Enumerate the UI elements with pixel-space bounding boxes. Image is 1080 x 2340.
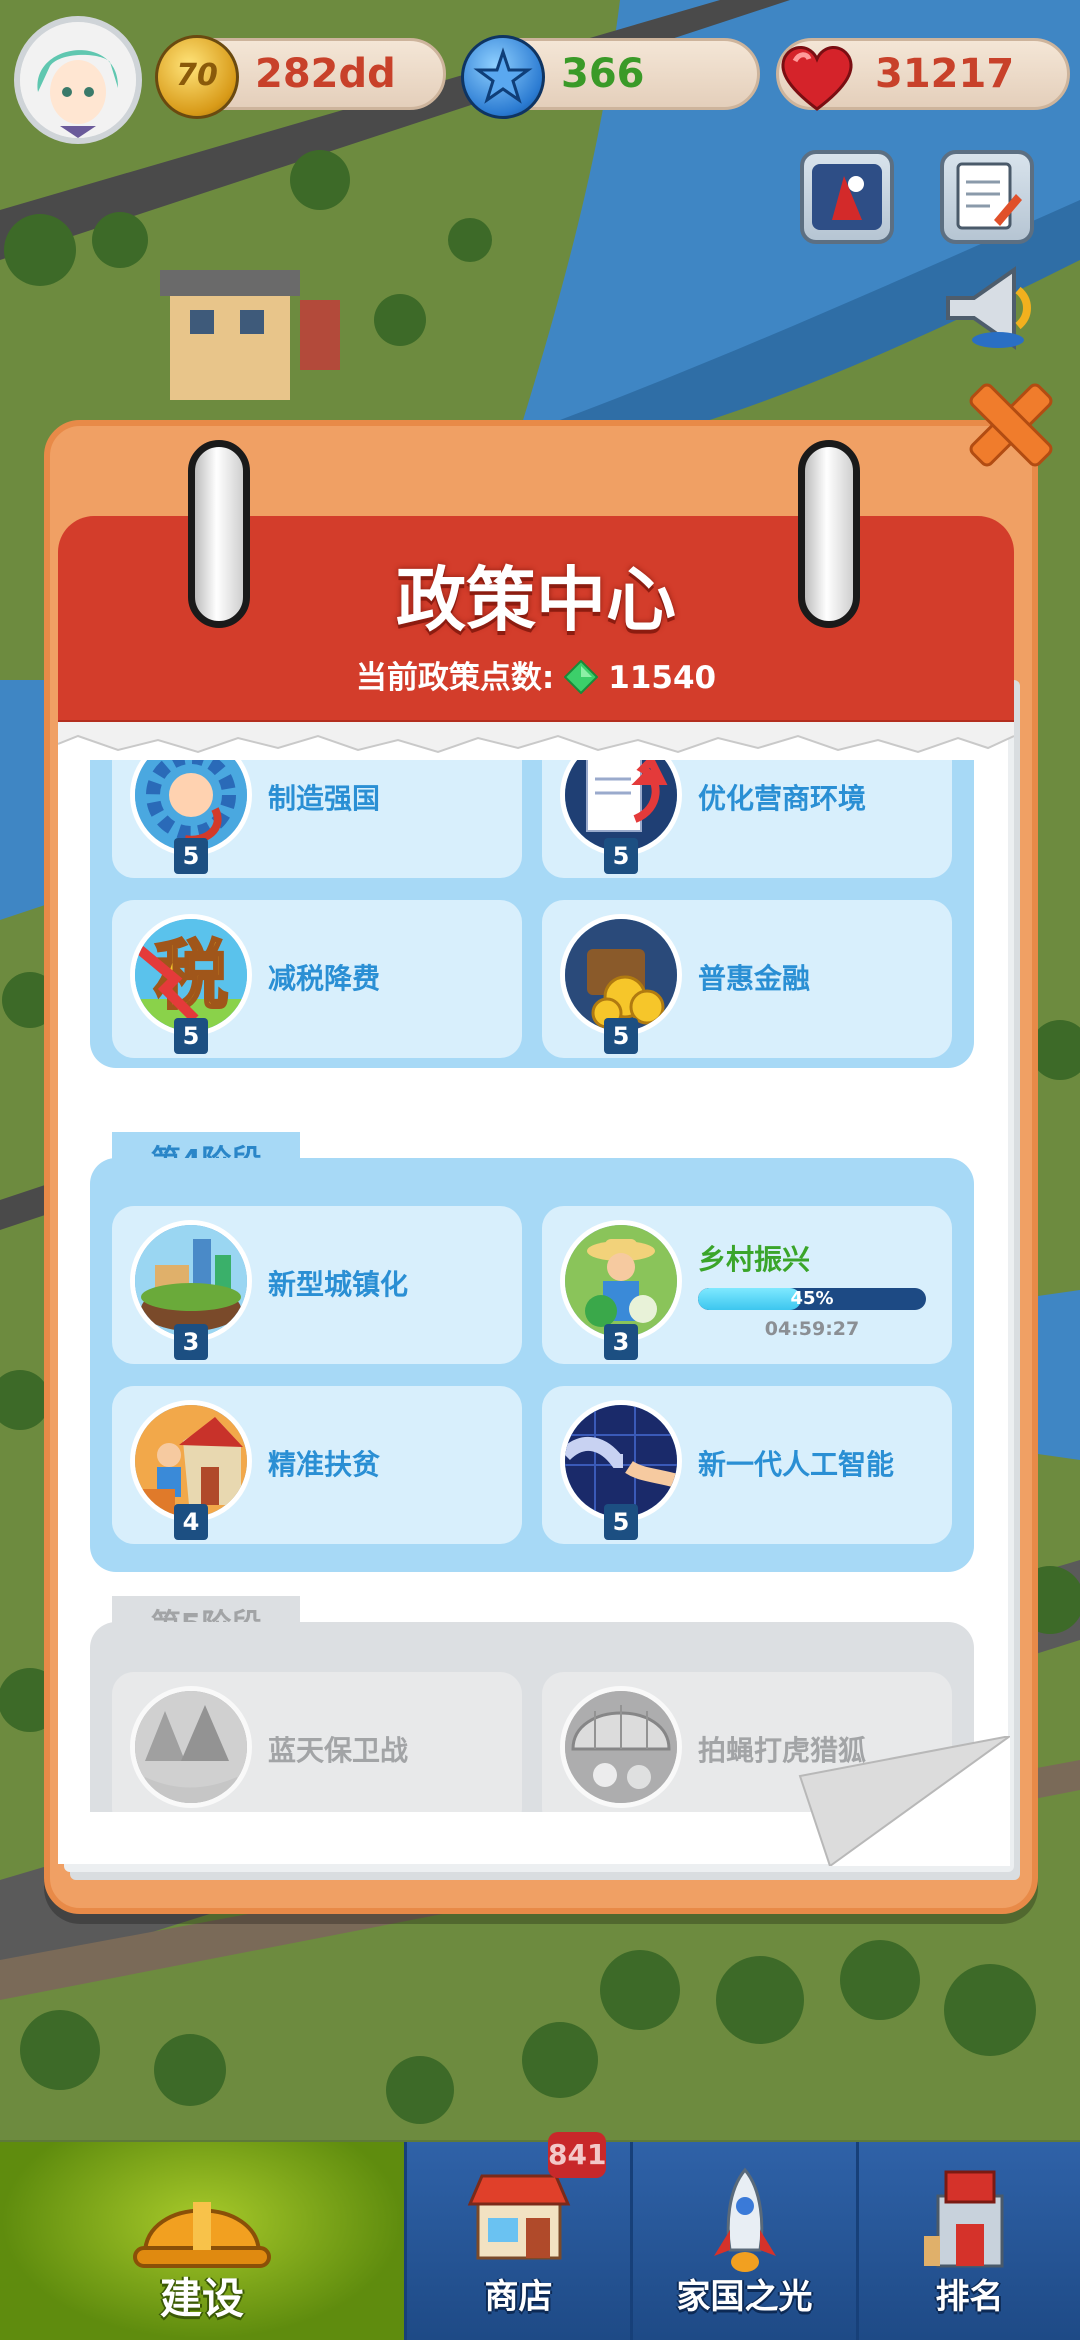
notes-icon [956, 162, 1022, 230]
tab-shop-label: 商店 [484, 2277, 553, 2317]
policy-name: 制造强国 [268, 782, 381, 815]
policy-name: 普惠金融 [698, 962, 811, 995]
policy-name: 新一代人工智能 [698, 1448, 895, 1481]
avatar-portrait [20, 22, 136, 138]
blue-sky-icon [130, 1686, 252, 1808]
policy-level: 5 [604, 1018, 638, 1054]
close-icon [969, 383, 1053, 467]
page-curl [798, 1736, 1010, 1866]
ad-button[interactable] [800, 150, 894, 244]
policy-card[interactable]: 3 新型城镇化 [112, 1206, 522, 1364]
star-counter[interactable]: 366 [461, 35, 760, 119]
policy-name: 蓝天保卫战 [268, 1734, 409, 1767]
policy-name: 乡村振兴 [698, 1243, 811, 1276]
policy-card-in-progress[interactable]: 3 乡村振兴 45% 04:59:27 [542, 1206, 952, 1364]
binder-ring-left [188, 440, 250, 628]
policy-card[interactable]: 5 新一代人工智能 [542, 1386, 952, 1544]
heart-icon [775, 35, 859, 119]
research-timer: 04:59:27 [764, 1318, 860, 1340]
policy-level: 4 [174, 1504, 208, 1540]
policy-card[interactable]: 5 优化营商环境 [542, 760, 952, 878]
speaker-button[interactable] [938, 258, 1038, 358]
tab-rank[interactable]: 排名 [856, 2142, 1080, 2340]
policy-level: 3 [604, 1324, 638, 1360]
torn-paper-edge [58, 722, 1014, 754]
policy-points-value: 11540 [608, 660, 717, 696]
policy-points-label: 当前政策点数: [355, 660, 555, 696]
policy-name: 精准扶贫 [268, 1448, 381, 1481]
policy-points: 当前政策点数: 11540 [58, 652, 1014, 697]
policy-card[interactable]: 5 制造强国 [112, 760, 522, 878]
policy-card[interactable]: 5 普惠金融 [542, 900, 952, 1058]
progress-percent: 45% [790, 1288, 834, 1309]
star-value: 366 [561, 51, 645, 97]
ad-icon [812, 164, 882, 230]
policy-card[interactable]: 税 5 减税降费 [112, 900, 522, 1058]
shop-notification-badge: 841 [548, 2132, 606, 2178]
rank-icon [923, 2170, 1003, 2268]
research-progress-bar: 45% [698, 1288, 926, 1310]
coin-counter[interactable]: 70 282dd [155, 35, 446, 119]
shop-icon [467, 2174, 570, 2260]
close-button[interactable] [958, 372, 1064, 478]
coin-icon-label: 70 [176, 58, 218, 93]
policy-name: 优化营商环境 [698, 782, 867, 815]
tab-homeland-label: 家国之光 [676, 2277, 813, 2317]
policy-name: 减税降费 [268, 962, 381, 995]
stage-4-box: 3 新型城镇化 3 乡村振兴 45% 04:59:27 4 精准扶贫 5 新一代… [90, 1158, 974, 1572]
tab-rank-label: 排名 [935, 2277, 1004, 2317]
star-icon [461, 35, 545, 119]
bottom-navigation: 建设 商店 家国之光 排名 [0, 2142, 1080, 2340]
policy-card-locked[interactable]: 蓝天保卫战 [112, 1672, 522, 1812]
heart-counter[interactable]: 31217 [776, 38, 1070, 111]
stage-3-box: 5 制造强国 5 优化营商环境 税 5 减税降费 5 普惠金融 [90, 760, 974, 1068]
gem-icon [563, 659, 599, 695]
notes-button[interactable] [940, 150, 1034, 244]
rocket-icon [713, 2167, 776, 2272]
speaker-icon [946, 266, 1031, 350]
coin-value: 282dd [255, 51, 396, 97]
heart-value: 31217 [875, 51, 1015, 97]
coin-icon: 70 [155, 35, 239, 119]
policy-level: 5 [604, 1504, 638, 1540]
anti-corruption-icon [560, 1686, 682, 1808]
binder-ring-right [798, 440, 860, 628]
policy-list[interactable]: 5 制造强国 5 优化营商环境 税 5 减税降费 5 普惠金融 第4阶段 [58, 760, 1008, 1812]
policy-card[interactable]: 4 精准扶贫 [112, 1386, 522, 1544]
player-avatar[interactable] [14, 16, 142, 144]
policy-level: 5 [604, 838, 638, 874]
tab-build-label: 建设 [159, 2274, 244, 2323]
tab-build[interactable]: 建设 [0, 2142, 404, 2340]
tab-homeland[interactable]: 家国之光 [630, 2142, 856, 2340]
policy-level: 5 [174, 838, 208, 874]
policy-level: 5 [174, 1018, 208, 1054]
policy-name: 新型城镇化 [268, 1268, 409, 1301]
policy-level: 3 [174, 1324, 208, 1360]
